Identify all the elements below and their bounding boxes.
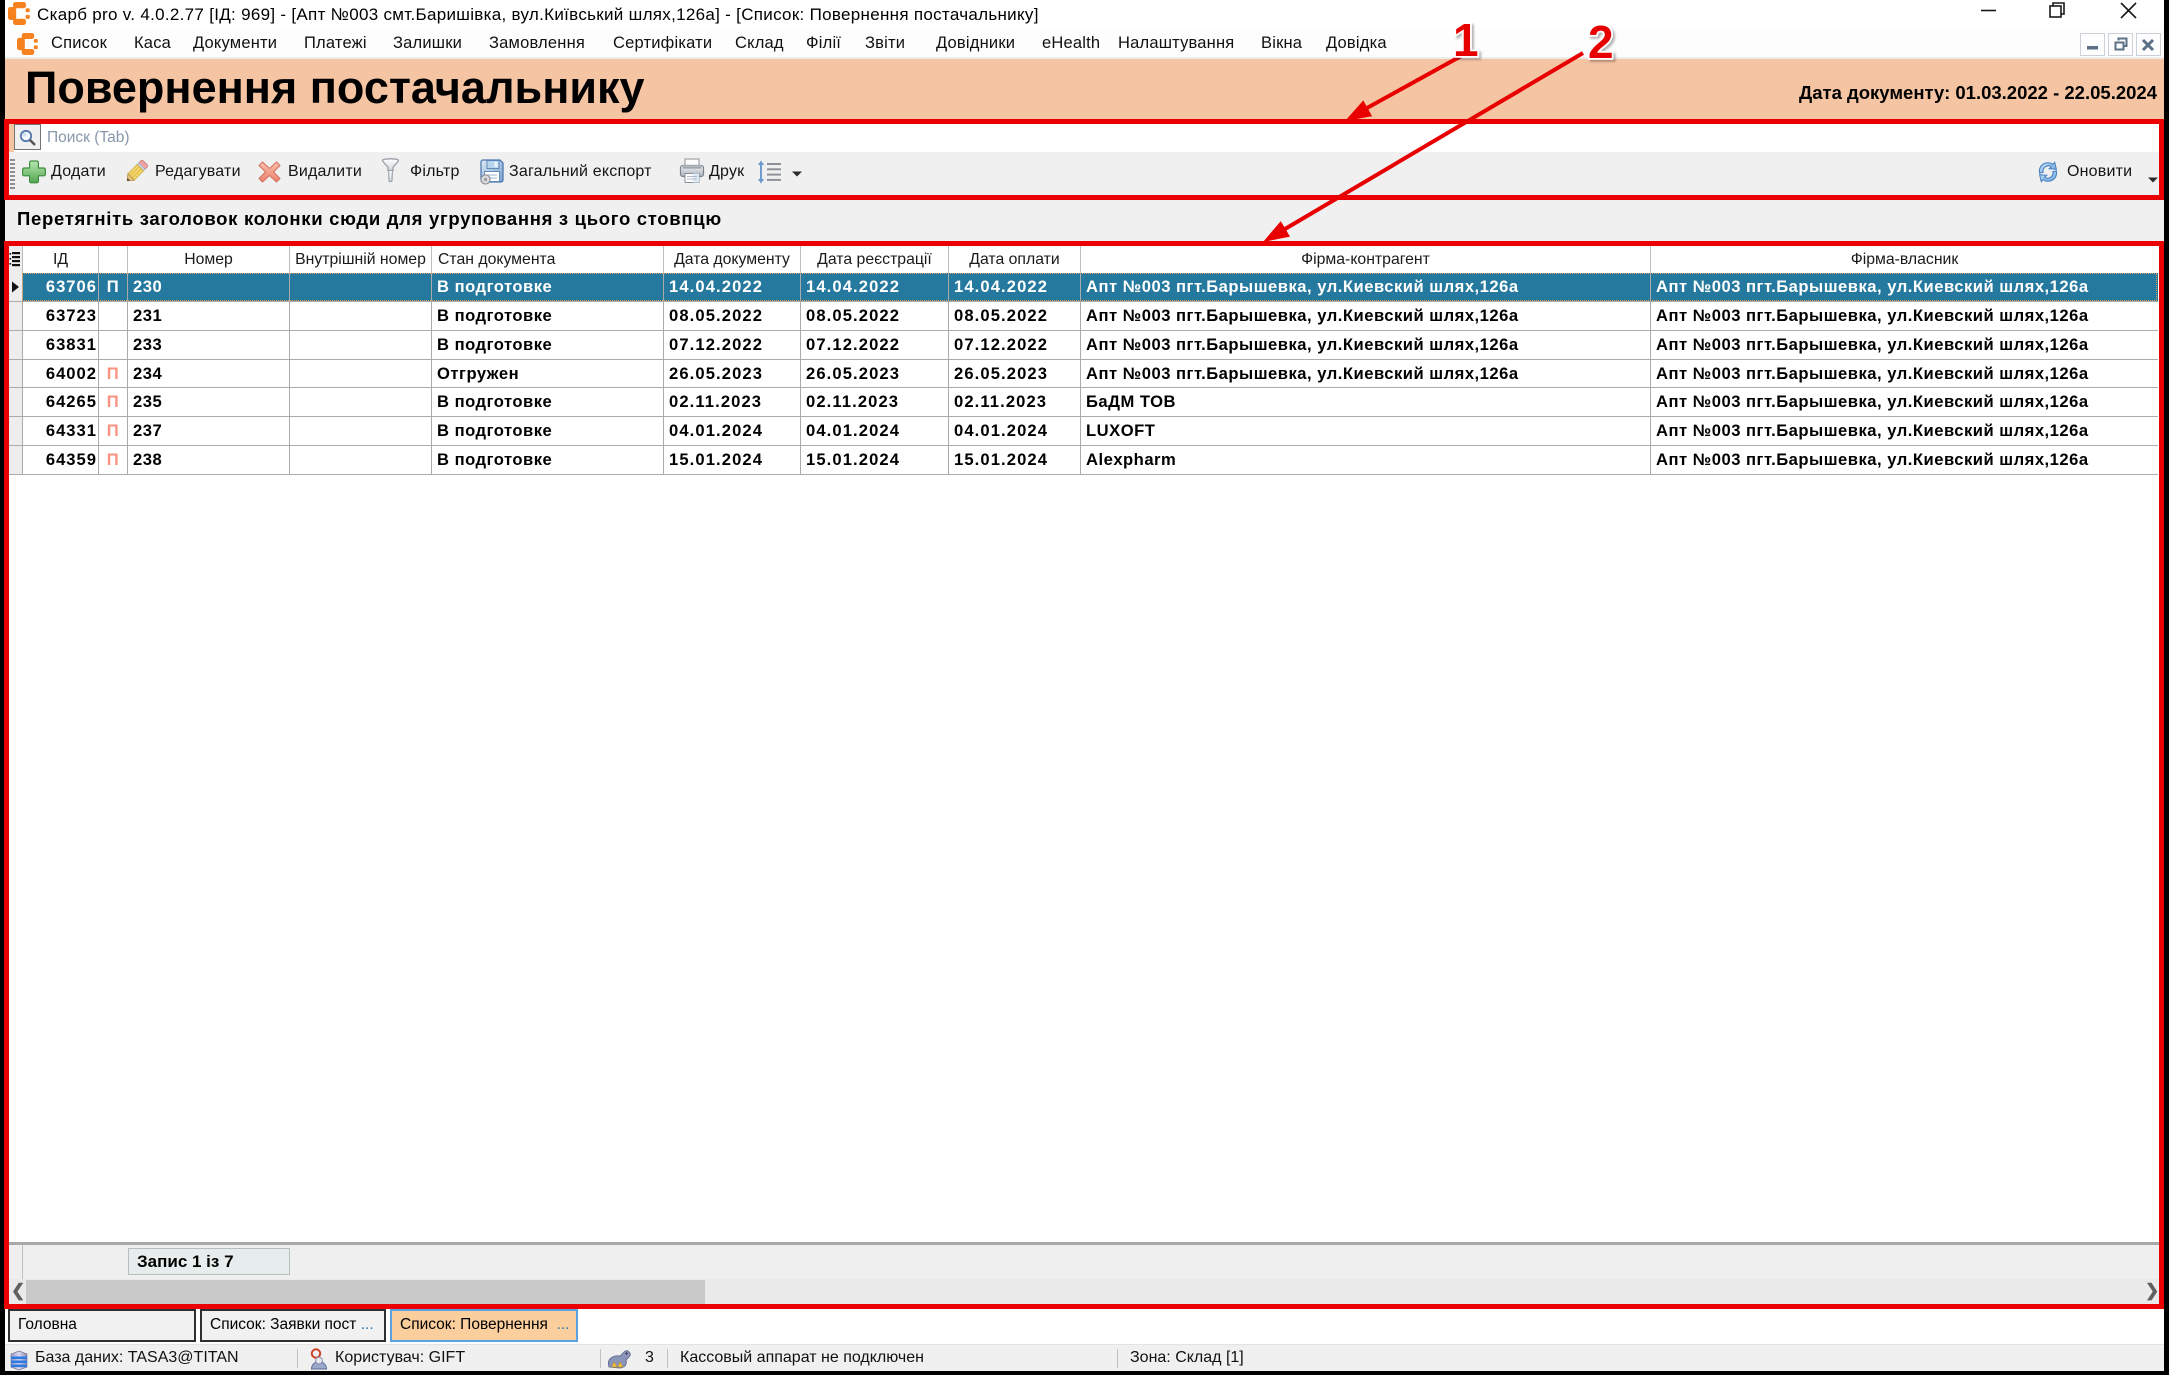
svg-text:1: 1 bbox=[1453, 14, 1479, 66]
svg-text:2: 2 bbox=[1588, 16, 1614, 68]
